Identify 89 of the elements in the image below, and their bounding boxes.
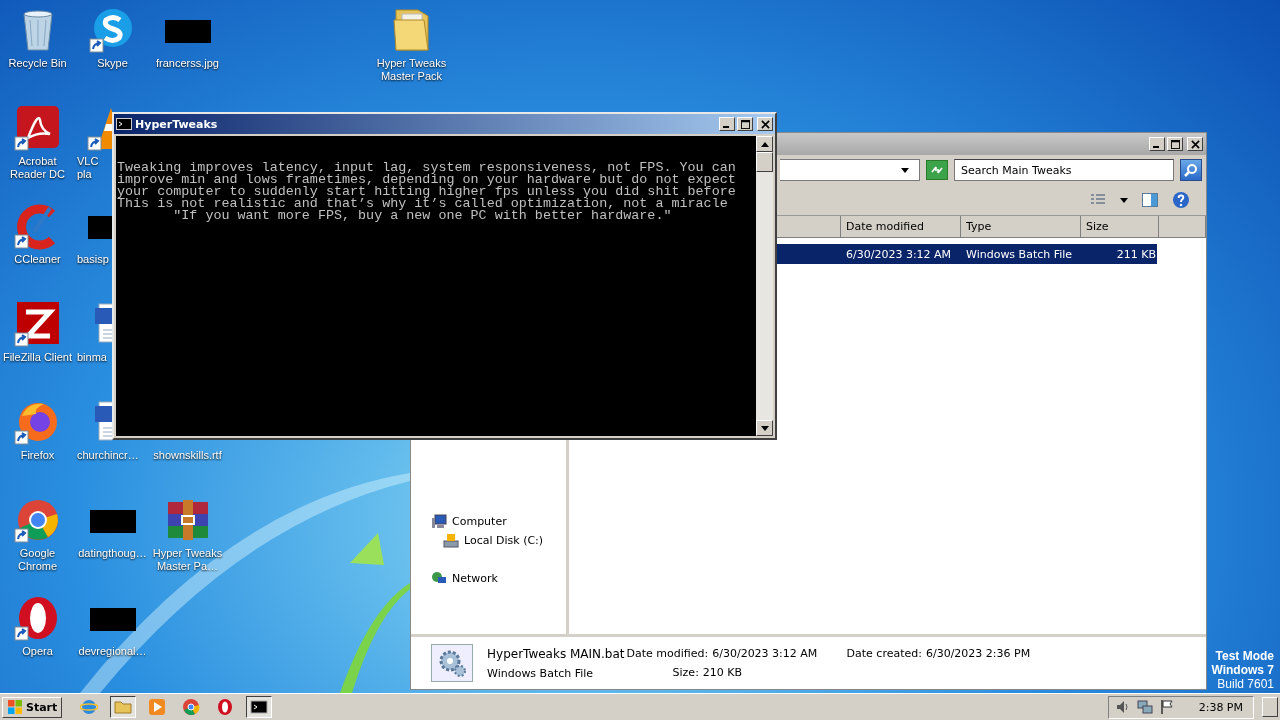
desktop-watermark-text: Test Mode — [1215, 649, 1274, 663]
leaf-shape — [350, 533, 384, 565]
icon-label: Skype — [97, 57, 128, 70]
column-header[interactable]: Date modified — [841, 216, 961, 238]
property-label: Date created: — [846, 647, 922, 660]
minimize-icon — [1153, 146, 1159, 148]
column-header[interactable] — [775, 216, 841, 238]
maximize-button[interactable] — [737, 117, 753, 131]
icon-label: francerss.jpg — [156, 57, 219, 70]
console-text: your computer to suddenly start hitting higher fps unless you did shit before — [117, 186, 737, 198]
table-cell-text: 211 KB — [1115, 247, 1157, 261]
property-label: Size: — [672, 666, 699, 679]
icon-label: Recycle Bin — [8, 57, 67, 70]
console-text: improve min and lows frametimes, depending on your hardware but do not expect — [117, 174, 737, 186]
icon-label: Hyper Tweaks Master Pa… — [152, 547, 223, 573]
desktop-watermark-text: Windows 7 — [1211, 663, 1274, 677]
flag-icon[interactable] — [1158, 699, 1175, 715]
file-name: HyperTweaks MAIN.bat — [487, 646, 625, 661]
icon-label: devregional… — [78, 645, 147, 658]
close-icon — [760, 119, 770, 129]
refresh-button[interactable] — [926, 160, 948, 180]
icon-label: Firefox — [20, 449, 55, 462]
address-field[interactable] — [780, 159, 920, 181]
window-title: HyperTweaks — [135, 117, 218, 131]
monitor-icon — [431, 513, 447, 530]
close-icon — [1190, 139, 1200, 149]
icon-label: datingthoug… — [78, 547, 147, 560]
caret-icon[interactable] — [1120, 197, 1128, 203]
minimize-icon — [723, 126, 729, 128]
property-value: 6/30/2023 2:36 PM — [925, 647, 1031, 660]
minimize-button[interactable] — [719, 117, 735, 131]
clock[interactable]: 2:38 PM — [1198, 700, 1243, 714]
down-arrow-icon — [760, 425, 769, 431]
folder-icon[interactable] — [110, 696, 137, 718]
icon-label: Acrobat Reader DC — [10, 155, 65, 181]
icon-label: binma — [77, 351, 107, 364]
windows-flag-icon — [7, 699, 23, 715]
start-button[interactable]: Start — [2, 696, 63, 718]
zigzag-tile-icon[interactable] — [13, 300, 62, 348]
icon-label: FileZilla Client — [2, 351, 73, 364]
icon-label: VLC pla — [77, 155, 99, 181]
file-type: Windows Batch File — [487, 666, 595, 680]
speaker-icon[interactable] — [1114, 699, 1131, 715]
maximize-button[interactable] — [1167, 137, 1183, 151]
search-field[interactable]: Search Main Tweaks — [954, 159, 1174, 181]
console-text: Tweaking improves latency, input lag, system responsiveness, not FPS. You can — [117, 162, 737, 174]
table-cell-text: Windows Batch File — [965, 247, 1074, 261]
gears-icon — [431, 644, 473, 682]
search-button[interactable] — [1180, 159, 1202, 181]
icon-label: basisp — [77, 253, 109, 266]
terminal-icon — [116, 118, 132, 130]
scrollbar[interactable] — [756, 136, 773, 436]
search-icon — [1183, 162, 1199, 178]
maximize-icon — [1170, 139, 1180, 149]
scroll-down-button[interactable] — [756, 420, 773, 436]
nav-item[interactable]: Computer — [452, 515, 507, 528]
icon-label: Opera — [22, 645, 53, 658]
close-button[interactable] — [1187, 137, 1203, 151]
terminal-icon[interactable] — [246, 696, 273, 718]
scroll-up-button[interactable] — [756, 136, 773, 152]
column-header[interactable]: Type — [961, 216, 1081, 238]
console-text: This is not realistic and that’s why it’s called optimization, not a miracle — [117, 198, 729, 210]
network-icon[interactable] — [1136, 699, 1153, 715]
disk-drive-icon — [443, 532, 459, 549]
icon-label: Hyper Tweaks Master Pack — [376, 57, 447, 83]
icon-label: churchincr… — [77, 449, 139, 462]
icon-label: shownskills.rtf — [153, 449, 222, 462]
nav-item[interactable]: Local Disk (C:) — [464, 534, 544, 547]
property-label: Date modified: — [626, 647, 709, 660]
column-header[interactable]: Size — [1081, 216, 1159, 238]
console-text: "If you want more FPS, buy a new one PC with better hardware." — [172, 210, 673, 222]
caret-icon[interactable] — [901, 167, 909, 173]
help-icon[interactable] — [1172, 191, 1190, 209]
swirl-tile-icon[interactable] — [13, 104, 62, 152]
file-row[interactable]: 6/30/2023 3:12 AM Windows Batch File 211 KB — [775, 244, 1157, 264]
maximize-icon — [740, 119, 750, 129]
desktop-watermark-text: Build 7601 — [1217, 677, 1274, 691]
icon-label: Google Chrome — [17, 547, 58, 573]
minimize-button[interactable] — [1149, 137, 1165, 151]
property-value: 6/30/2023 3:12 AM — [712, 647, 818, 660]
preview-pane-icon[interactable] — [1142, 192, 1158, 208]
table-cell-text: 6/30/2023 3:12 AM — [845, 247, 953, 261]
icon-label: CCleaner — [14, 253, 61, 266]
show-desktop-button[interactable] — [1262, 697, 1278, 717]
close-button[interactable] — [757, 117, 773, 131]
property-value: 210 KB — [702, 666, 743, 679]
up-arrow-icon — [760, 141, 769, 147]
nav-item[interactable]: Network — [452, 572, 498, 585]
scroll-thumb[interactable] — [756, 152, 773, 172]
